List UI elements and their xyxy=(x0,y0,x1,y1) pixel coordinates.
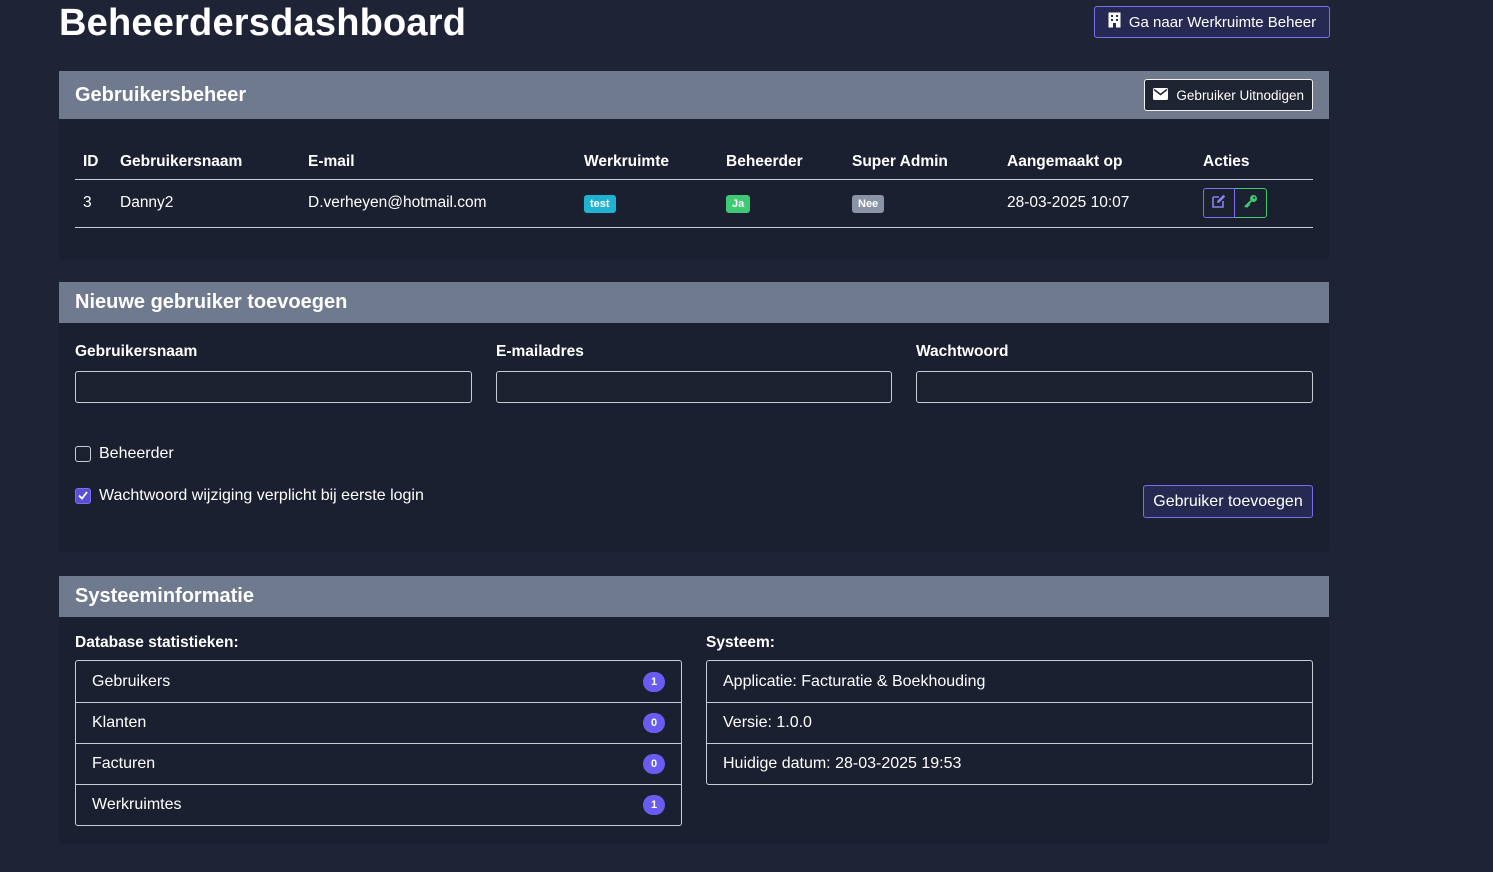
list-item: Huidige datum: 28-03-2025 19:53 xyxy=(707,743,1312,784)
system-info-header: Systeeminformatie xyxy=(59,576,1329,617)
db-stats-list: Gebruikers 1 Klanten 0 Facturen 0 Werkru… xyxy=(75,660,682,826)
stat-count-badge: 1 xyxy=(643,671,665,692)
system-label: Systeem: xyxy=(706,634,775,651)
col-super-admin: Super Admin xyxy=(852,145,1007,180)
stat-count-badge: 1 xyxy=(643,795,665,815)
action-buttons xyxy=(1203,188,1267,218)
col-id: ID xyxy=(75,145,120,180)
username-label: Gebruikersnaam xyxy=(75,343,198,360)
stat-label: Klanten xyxy=(92,714,147,731)
workspace-management-button[interactable]: Ga naar Werkruimte Beheer xyxy=(1094,6,1330,38)
workspace-button-label: Ga naar Werkruimte Beheer xyxy=(1128,13,1317,31)
stat-count-badge: 0 xyxy=(643,754,665,774)
stat-label: Gebruikers xyxy=(92,672,171,690)
list-item: Werkruimtes 1 xyxy=(76,784,681,825)
stat-count-badge: 0 xyxy=(643,713,665,733)
col-username: Gebruikersnaam xyxy=(120,145,308,180)
cell-created: 28-03-2025 10:07 xyxy=(1007,179,1203,228)
reset-password-button[interactable] xyxy=(1235,188,1267,218)
cell-workspace: test xyxy=(584,179,726,228)
users-table: ID Gebruikersnaam E-mail Werkruimte Behe… xyxy=(75,145,1313,228)
building-icon xyxy=(1108,12,1121,32)
email-label: E-mailadres xyxy=(496,343,584,360)
cell-admin: Ja xyxy=(726,179,852,228)
edit-user-button[interactable] xyxy=(1203,188,1235,218)
admin-badge: Ja xyxy=(726,194,751,213)
edit-icon xyxy=(1212,194,1226,213)
cell-super-admin: Nee xyxy=(852,179,1007,228)
envelope-icon xyxy=(1153,87,1169,103)
workspace-badge: test xyxy=(584,194,616,213)
system-app: Applicatie: Facturatie & Boekhouding xyxy=(723,672,986,690)
user-management-title: Gebruikersbeheer xyxy=(75,83,247,106)
cell-username: Danny2 xyxy=(120,179,308,228)
list-item: Applicatie: Facturatie & Boekhouding xyxy=(707,661,1312,702)
new-user-card: Nieuwe gebruiker toevoegen Gebruikersnaa… xyxy=(59,282,1329,552)
list-item: Facturen 0 xyxy=(76,743,681,784)
system-info-title: Systeeminformatie xyxy=(75,585,254,607)
admin-checkbox[interactable] xyxy=(75,446,91,462)
system-info-card: Systeeminformatie Database statistieken:… xyxy=(59,576,1329,844)
invite-button-label: Gebruiker Uitnodigen xyxy=(1176,87,1304,103)
stat-label: Werkruimtes xyxy=(92,796,182,813)
force-password-checkbox[interactable] xyxy=(75,488,91,504)
list-item: Versie: 1.0.0 xyxy=(707,702,1312,743)
invite-user-button[interactable]: Gebruiker Uitnodigen xyxy=(1144,79,1313,111)
col-email: E-mail xyxy=(308,145,584,180)
table-row: 3 Danny2 D.verheyen@hotmail.com test Ja … xyxy=(75,179,1313,228)
system-list: Applicatie: Facturatie & Boekhouding Ver… xyxy=(706,660,1313,785)
user-management-header: Gebruikersbeheer Gebruiker Uitnodigen xyxy=(59,71,1329,119)
password-field[interactable] xyxy=(916,371,1313,403)
force-password-row: Wachtwoord wijziging verplicht bij eerst… xyxy=(75,487,424,505)
col-workspace: Werkruimte xyxy=(584,145,726,180)
admin-checkbox-row: Beheerder xyxy=(75,445,174,463)
cell-actions xyxy=(1203,179,1313,228)
system-version: Versie: 1.0.0 xyxy=(723,714,812,731)
email-field[interactable] xyxy=(496,371,892,403)
admin-checkbox-label: Beheerder xyxy=(99,445,174,462)
new-user-header: Nieuwe gebruiker toevoegen xyxy=(59,282,1329,323)
col-actions: Acties xyxy=(1203,145,1313,180)
col-admin: Beheerder xyxy=(726,145,852,180)
cell-id: 3 xyxy=(75,179,120,228)
user-management-card: Gebruikersbeheer Gebruiker Uitnodigen ID… xyxy=(59,71,1329,259)
db-stats-label: Database statistieken: xyxy=(75,634,239,651)
stat-label: Facturen xyxy=(92,755,156,772)
add-user-button[interactable]: Gebruiker toevoegen xyxy=(1143,485,1313,518)
col-created: Aangemaakt op xyxy=(1007,145,1203,180)
system-date: Huidige datum: 28-03-2025 19:53 xyxy=(723,755,962,772)
list-item: Klanten 0 xyxy=(76,702,681,743)
page-title: Beheerdersdashboard xyxy=(59,2,467,44)
force-password-label: Wachtwoord wijziging verplicht bij eerst… xyxy=(99,487,424,504)
password-label: Wachtwoord xyxy=(916,343,1009,360)
key-icon xyxy=(1243,194,1258,213)
list-item: Gebruikers 1 xyxy=(76,661,681,702)
new-user-title: Nieuwe gebruiker toevoegen xyxy=(75,291,348,313)
cell-email: D.verheyen@hotmail.com xyxy=(308,179,584,228)
username-field[interactable] xyxy=(75,371,472,403)
check-icon xyxy=(78,487,88,505)
super-admin-badge: Nee xyxy=(852,194,885,213)
